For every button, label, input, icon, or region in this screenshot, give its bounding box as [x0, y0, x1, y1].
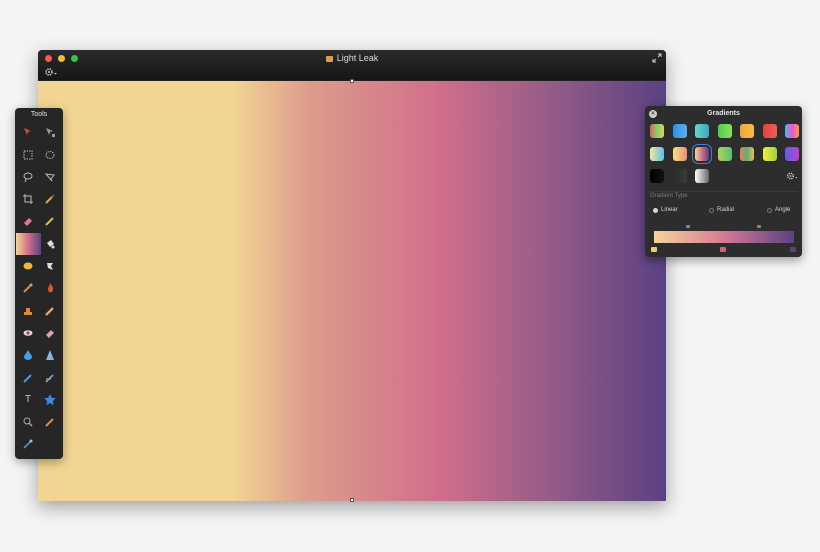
canvas-resize-handle-bottom[interactable] — [350, 498, 354, 502]
gradient-preset-swatch[interactable] — [650, 169, 664, 183]
gradients-panel-title: Gradients — [707, 110, 740, 117]
blur-eraser-tool-icon[interactable] — [43, 326, 57, 340]
panel-divider — [649, 191, 798, 192]
gradient-preset-swatch[interactable] — [785, 147, 799, 161]
radial-radio[interactable] — [709, 208, 714, 213]
document-window: Light Leak — [38, 50, 666, 502]
pen-tool-icon[interactable] — [21, 371, 35, 385]
pencil-tool-icon[interactable] — [43, 214, 57, 228]
lasso-tool-icon[interactable] — [21, 170, 35, 184]
preset-options-gear-icon[interactable] — [786, 171, 798, 181]
color-picker-tool-icon[interactable] — [43, 415, 57, 429]
burn-tool-icon[interactable] — [21, 281, 35, 295]
gradient-color-stop[interactable] — [720, 247, 726, 252]
zoom-tool-icon[interactable] — [21, 415, 35, 429]
gradient-preset-swatch[interactable] — [762, 124, 777, 138]
polygon-lasso-tool-icon[interactable] — [43, 170, 57, 184]
gradient-tool-icon[interactable] — [16, 233, 41, 255]
vector-pen-tool-icon[interactable] — [43, 371, 57, 385]
heal-tool-icon[interactable] — [21, 304, 35, 318]
title-bar[interactable]: Light Leak — [38, 50, 666, 80]
gradient-midpoint-marker[interactable] — [686, 225, 690, 228]
rectangle-select-tool-icon[interactable] — [21, 148, 35, 162]
fullscreen-icon[interactable] — [652, 53, 662, 63]
gradient-preset-swatch[interactable] — [695, 124, 709, 138]
linear-radio[interactable] — [653, 208, 658, 213]
smudge-fire-tool-icon[interactable] — [43, 281, 57, 295]
angle-radio[interactable] — [767, 208, 772, 213]
gradient-preset-swatch[interactable] — [672, 124, 687, 138]
shapes-star-tool-icon[interactable] — [43, 393, 57, 407]
gradient-editor-bar[interactable] — [654, 231, 794, 243]
radial-radio-label: Radial — [717, 207, 735, 213]
gradient-type-label: Gradient Type — [650, 193, 688, 199]
gradient-preset-swatch[interactable] — [717, 147, 732, 161]
gradient-preset-swatch[interactable] — [785, 124, 799, 138]
document-title: Light Leak — [38, 52, 666, 64]
gradient-preset-swatch[interactable] — [692, 144, 712, 164]
clone-stamp-tool-icon[interactable] — [43, 259, 57, 273]
arrow-select-tool-icon[interactable] — [21, 125, 35, 139]
gradient-preset-swatch[interactable] — [740, 124, 754, 138]
tools-panel: Tools T — [15, 108, 63, 459]
gradient-preset-swatch[interactable] — [650, 124, 664, 138]
ellipse-select-tool-icon[interactable] — [43, 148, 57, 162]
blob-brush-tool-icon[interactable] — [21, 259, 35, 273]
eraser-tool-icon[interactable] — [21, 214, 35, 228]
gradient-preset-swatch[interactable] — [672, 169, 687, 183]
gradient-preset-swatch[interactable] — [672, 147, 687, 161]
tools-panel-title: Tools — [30, 111, 48, 118]
canvas-resize-handle-top[interactable] — [350, 79, 354, 83]
direct-select-tool-icon[interactable] — [43, 125, 57, 139]
document-icon — [325, 56, 333, 62]
gradient-preset-swatch[interactable] — [762, 147, 777, 161]
gradient-color-stop[interactable] — [790, 247, 796, 252]
gear-menu-icon[interactable] — [44, 67, 58, 77]
red-eye-tool-icon[interactable] — [21, 326, 35, 340]
document-title-text: Light Leak — [336, 53, 379, 63]
paint-bucket-tool-icon[interactable] — [43, 237, 57, 251]
crop-tool-icon[interactable] — [21, 192, 35, 206]
gradient-midpoint-marker[interactable] — [757, 225, 761, 228]
text-tool-icon[interactable]: T — [21, 393, 35, 407]
gradient-preset-swatch[interactable] — [695, 169, 709, 183]
linear-radio-label: Linear — [661, 207, 678, 213]
gradient-preset-swatch[interactable] — [650, 147, 664, 161]
eyedropper-tool-icon[interactable] — [43, 192, 57, 206]
image-canvas[interactable] — [38, 79, 666, 502]
hand-tool-icon[interactable] — [21, 437, 35, 451]
gradient-preset-swatch[interactable] — [740, 147, 754, 161]
angle-radio-label: Angle — [775, 207, 791, 213]
gradient-color-stop[interactable] — [651, 247, 657, 252]
sharpen-tool-icon[interactable] — [43, 348, 57, 362]
liquify-tool-icon[interactable] — [43, 304, 57, 318]
gradient-preset-swatch[interactable] — [717, 124, 732, 138]
gradients-panel: ✕ Gradients Gradient Type Linear Radial … — [645, 106, 802, 257]
blur-drop-tool-icon[interactable] — [21, 348, 35, 362]
